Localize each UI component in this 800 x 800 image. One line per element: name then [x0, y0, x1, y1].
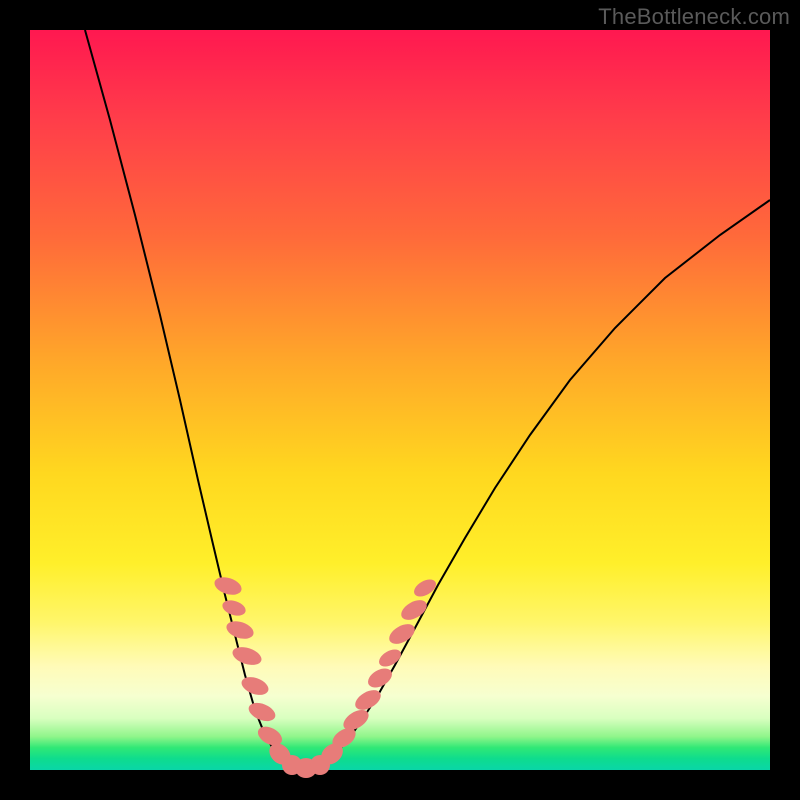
data-marker — [411, 576, 439, 600]
data-marker — [230, 644, 263, 668]
data-marker — [386, 620, 418, 648]
bottleneck-curve — [85, 30, 770, 770]
watermark-text: TheBottleneck.com — [598, 4, 790, 30]
data-marker — [398, 596, 430, 624]
data-marker — [224, 618, 256, 642]
data-marker — [212, 574, 244, 598]
data-marker — [365, 665, 396, 692]
data-marker — [239, 674, 271, 699]
curve-layer — [30, 30, 770, 770]
data-marker — [220, 598, 247, 619]
chart-frame: TheBottleneck.com — [0, 0, 800, 800]
data-marker — [246, 699, 278, 724]
data-marker — [376, 646, 404, 670]
